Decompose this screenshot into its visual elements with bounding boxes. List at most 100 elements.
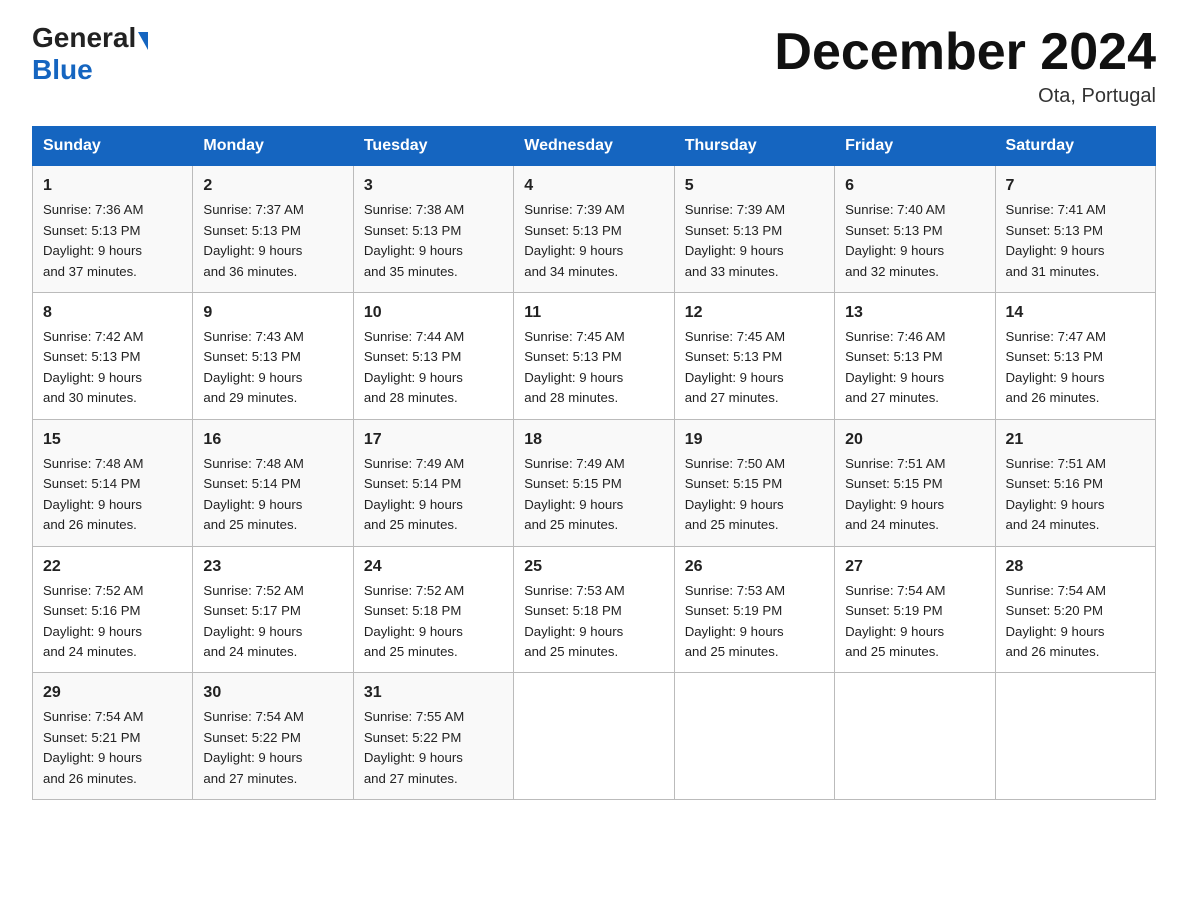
day-info: Sunrise: 7:54 AMSunset: 5:21 PMDaylight:… [43,709,143,785]
calendar-cell [514,673,674,800]
col-tuesday: Tuesday [353,127,513,166]
day-info: Sunrise: 7:47 AMSunset: 5:13 PMDaylight:… [1006,329,1106,405]
day-number: 3 [364,174,503,198]
calendar-cell: 20Sunrise: 7:51 AMSunset: 5:15 PMDayligh… [835,419,995,546]
calendar-cell: 4Sunrise: 7:39 AMSunset: 5:13 PMDaylight… [514,166,674,293]
calendar-cell: 16 Sunrise: 7:48 AMSunset: 5:14 PMDayligh… [193,419,353,546]
calendar-cell: 28 Sunrise: 7:54 AMSunset: 5:20 PMDayligh… [995,546,1155,673]
calendar-cell: 30Sunrise: 7:54 AMSunset: 5:22 PMDayligh… [193,673,353,800]
day-info: Sunrise: 7:41 AMSunset: 5:13 PMDaylight:… [1006,202,1106,278]
col-sunday: Sunday [33,127,193,166]
col-saturday: Saturday [995,127,1155,166]
calendar-cell: 14Sunrise: 7:47 AMSunset: 5:13 PMDayligh… [995,293,1155,420]
logo: General Blue [32,24,148,86]
calendar-cell: 9 Sunrise: 7:43 AMSunset: 5:13 PMDaylight… [193,293,353,420]
week-row-5: 29Sunrise: 7:54 AMSunset: 5:21 PMDayligh… [33,673,1156,800]
calendar-body: 1 Sunrise: 7:36 AMSunset: 5:13 PMDaylight… [33,166,1156,800]
day-number: 23 [203,555,342,579]
day-number: 6 [845,174,984,198]
calendar-cell: 26Sunrise: 7:53 AMSunset: 5:19 PMDayligh… [674,546,834,673]
day-number: 24 [364,555,503,579]
day-info: Sunrise: 7:52 AMSunset: 5:17 PMDaylight:… [203,583,303,659]
day-number: 17 [364,428,503,452]
day-info: Sunrise: 7:52 AMSunset: 5:18 PMDaylight:… [364,583,464,659]
day-number: 22 [43,555,182,579]
calendar-cell: 15 Sunrise: 7:48 AMSunset: 5:14 PMDayligh… [33,419,193,546]
header: General Blue December 2024 Ota, Portugal [32,24,1156,108]
col-monday: Monday [193,127,353,166]
calendar-cell: 2 Sunrise: 7:37 AMSunset: 5:13 PMDaylight… [193,166,353,293]
calendar-cell: 12Sunrise: 7:45 AMSunset: 5:13 PMDayligh… [674,293,834,420]
day-number: 5 [685,174,824,198]
day-info: Sunrise: 7:49 AMSunset: 5:15 PMDaylight:… [524,456,624,532]
day-info: Sunrise: 7:48 AMSunset: 5:14 PMDaylight:… [203,456,303,532]
day-info: Sunrise: 7:52 AMSunset: 5:16 PMDaylight:… [43,583,143,659]
week-row-2: 8 Sunrise: 7:42 AMSunset: 5:13 PMDaylight… [33,293,1156,420]
calendar-cell: 24 Sunrise: 7:52 AMSunset: 5:18 PMDayligh… [353,546,513,673]
day-info: Sunrise: 7:37 AMSunset: 5:13 PMDaylight:… [203,202,303,278]
day-number: 4 [524,174,663,198]
week-row-1: 1 Sunrise: 7:36 AMSunset: 5:13 PMDaylight… [33,166,1156,293]
calendar-cell: 7 Sunrise: 7:41 AMSunset: 5:13 PMDaylight… [995,166,1155,293]
day-info: Sunrise: 7:48 AMSunset: 5:14 PMDaylight:… [43,456,143,532]
calendar-cell [995,673,1155,800]
calendar-cell: 8 Sunrise: 7:42 AMSunset: 5:13 PMDaylight… [33,293,193,420]
day-info: Sunrise: 7:43 AMSunset: 5:13 PMDaylight:… [203,329,303,405]
logo-triangle-icon [138,32,148,50]
day-number: 11 [524,301,663,325]
header-row: Sunday Monday Tuesday Wednesday Thursday… [33,127,1156,166]
calendar-cell: 18 Sunrise: 7:49 AMSunset: 5:15 PMDayligh… [514,419,674,546]
day-number: 28 [1006,555,1145,579]
col-friday: Friday [835,127,995,166]
day-number: 16 [203,428,342,452]
day-info: Sunrise: 7:46 AMSunset: 5:13 PMDaylight:… [845,329,945,405]
calendar-cell: 31 Sunrise: 7:55 AMSunset: 5:22 PMDayligh… [353,673,513,800]
day-info: Sunrise: 7:51 AMSunset: 5:16 PMDaylight:… [1006,456,1106,532]
day-number: 2 [203,174,342,198]
logo-blue-text: Blue [32,54,93,85]
calendar-header: Sunday Monday Tuesday Wednesday Thursday… [33,127,1156,166]
day-info: Sunrise: 7:45 AMSunset: 5:13 PMDaylight:… [524,329,624,405]
title-area: December 2024 Ota, Portugal [774,24,1156,108]
col-wednesday: Wednesday [514,127,674,166]
day-number: 7 [1006,174,1145,198]
day-info: Sunrise: 7:40 AMSunset: 5:13 PMDaylight:… [845,202,945,278]
day-number: 30 [203,681,342,705]
day-info: Sunrise: 7:42 AMSunset: 5:13 PMDaylight:… [43,329,143,405]
day-number: 12 [685,301,824,325]
logo-general-text: General [32,24,136,52]
day-info: Sunrise: 7:54 AMSunset: 5:20 PMDaylight:… [1006,583,1106,659]
day-number: 8 [43,301,182,325]
week-row-4: 22 Sunrise: 7:52 AMSunset: 5:16 PMDayligh… [33,546,1156,673]
col-thursday: Thursday [674,127,834,166]
day-info: Sunrise: 7:49 AMSunset: 5:14 PMDaylight:… [364,456,464,532]
calendar-table: Sunday Monday Tuesday Wednesday Thursday… [32,126,1156,800]
calendar-cell: 27 Sunrise: 7:54 AMSunset: 5:19 PMDayligh… [835,546,995,673]
day-number: 31 [364,681,503,705]
calendar-cell: 6 Sunrise: 7:40 AMSunset: 5:13 PMDaylight… [835,166,995,293]
day-number: 1 [43,174,182,198]
day-number: 15 [43,428,182,452]
day-info: Sunrise: 7:53 AMSunset: 5:18 PMDaylight:… [524,583,624,659]
day-number: 10 [364,301,503,325]
day-info: Sunrise: 7:50 AMSunset: 5:15 PMDaylight:… [685,456,785,532]
day-number: 9 [203,301,342,325]
day-number: 18 [524,428,663,452]
day-number: 27 [845,555,984,579]
calendar-cell: 1 Sunrise: 7:36 AMSunset: 5:13 PMDaylight… [33,166,193,293]
calendar-cell: 19 Sunrise: 7:50 AMSunset: 5:15 PMDayligh… [674,419,834,546]
day-info: Sunrise: 7:53 AMSunset: 5:19 PMDaylight:… [685,583,785,659]
day-number: 19 [685,428,824,452]
calendar-cell: 22 Sunrise: 7:52 AMSunset: 5:16 PMDayligh… [33,546,193,673]
day-info: Sunrise: 7:36 AMSunset: 5:13 PMDaylight:… [43,202,143,278]
calendar-cell: 21Sunrise: 7:51 AMSunset: 5:16 PMDayligh… [995,419,1155,546]
calendar-cell: 17 Sunrise: 7:49 AMSunset: 5:14 PMDayligh… [353,419,513,546]
day-info: Sunrise: 7:38 AMSunset: 5:13 PMDaylight:… [364,202,464,278]
day-number: 25 [524,555,663,579]
day-info: Sunrise: 7:54 AMSunset: 5:19 PMDaylight:… [845,583,945,659]
day-info: Sunrise: 7:55 AMSunset: 5:22 PMDaylight:… [364,709,464,785]
page-subtitle: Ota, Portugal [774,85,1156,108]
calendar-cell: 29Sunrise: 7:54 AMSunset: 5:21 PMDayligh… [33,673,193,800]
calendar-cell [674,673,834,800]
calendar-cell: 13Sunrise: 7:46 AMSunset: 5:13 PMDayligh… [835,293,995,420]
